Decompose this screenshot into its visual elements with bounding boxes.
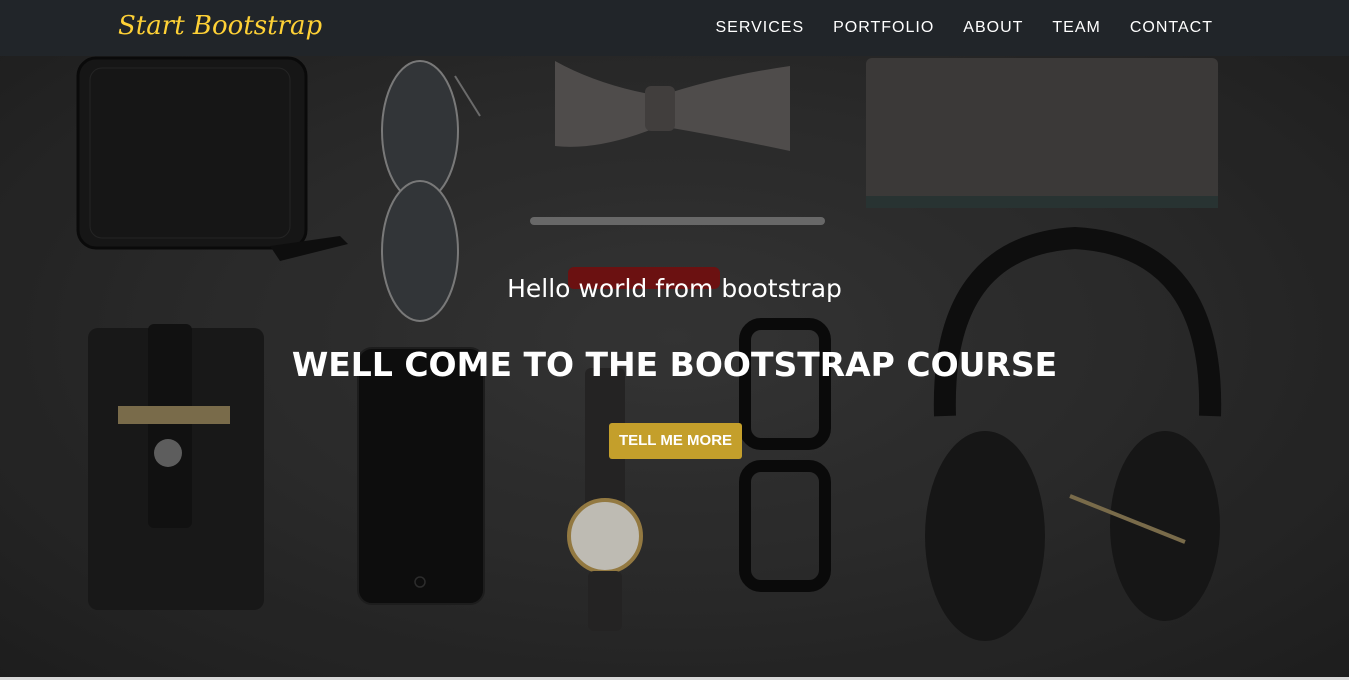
nav-links: SERVICES PORTFOLIO ABOUT TEAM CONTACT (715, 0, 1213, 56)
tell-me-more-button[interactable]: TELL ME MORE (609, 423, 742, 459)
nav-link-about[interactable]: ABOUT (963, 19, 1023, 37)
nav-link-contact[interactable]: CONTACT (1130, 19, 1213, 37)
hero-section: Hello world from bootstrap WELL COME TO … (0, 56, 1349, 680)
nav-link-portfolio[interactable]: PORTFOLIO (833, 19, 934, 37)
nav-link-team[interactable]: TEAM (1052, 19, 1100, 37)
nav-link-services[interactable]: SERVICES (715, 19, 804, 37)
navbar: Start Bootstrap SERVICES PORTFOLIO ABOUT… (0, 0, 1349, 56)
brand-logo[interactable]: Start Bootstrap (118, 8, 322, 44)
hero-heading: WELL COME TO THE BOOTSTRAP COURSE (291, 345, 1058, 384)
hero-subheading: Hello world from bootstrap (507, 274, 842, 303)
